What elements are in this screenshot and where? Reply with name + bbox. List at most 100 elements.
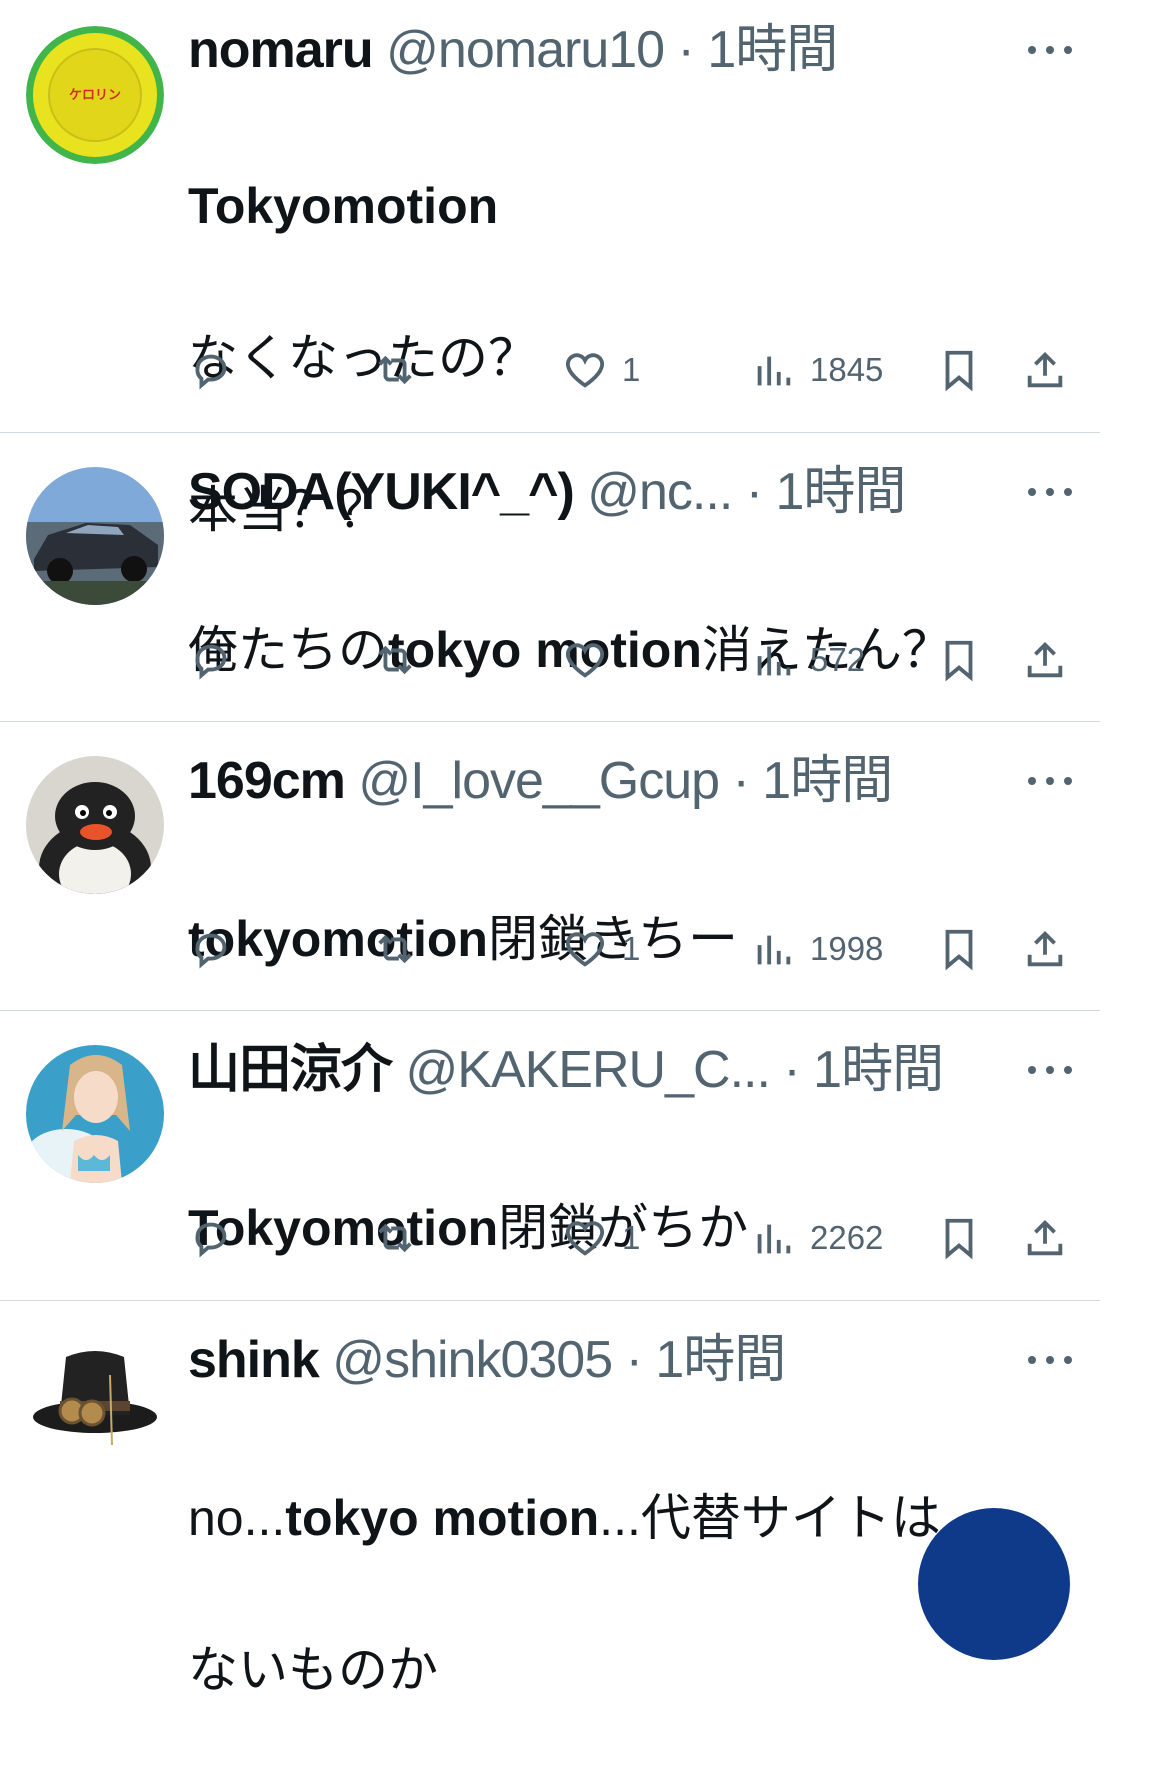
- avatar[interactable]: [26, 1335, 164, 1473]
- share-icon: [1027, 1219, 1063, 1256]
- svg-text:ケロリン: ケロリン: [69, 88, 121, 103]
- user-handle[interactable]: @KAKERU_C...: [405, 1041, 770, 1099]
- tweet-header: nomaru @nomaru10 · 1時間: [188, 18, 838, 82]
- reply-button[interactable]: [188, 340, 234, 400]
- retweet-button[interactable]: [372, 340, 418, 400]
- bookmark-icon: [945, 1218, 973, 1260]
- like-button[interactable]: 1: [562, 340, 640, 400]
- tweet[interactable]: 169cm @I_love__Gcup · 1時間 tokyomotion閉鎖き…: [0, 721, 1100, 1011]
- view-count: 2262: [810, 1219, 884, 1256]
- tweet[interactable]: 山田涼介 @KAKERU_C... · 1時間 Tokyomotion閉鎖がちか…: [0, 1010, 1100, 1301]
- dot-icon: [1064, 488, 1072, 496]
- timestamp[interactable]: 1時間: [762, 752, 893, 810]
- reply-icon: [195, 354, 227, 390]
- views-button[interactable]: 1998: [750, 919, 883, 979]
- share-icon: [1027, 930, 1063, 967]
- view-count: 1845: [810, 351, 884, 388]
- like-button[interactable]: 1: [562, 919, 640, 979]
- user-handle[interactable]: @I_love__Gcup: [358, 752, 720, 810]
- dot-icon: [1028, 46, 1036, 54]
- display-name[interactable]: SODA(YUKI^_^): [188, 463, 575, 521]
- bookmark-button[interactable]: [936, 630, 982, 690]
- share-button[interactable]: [1022, 1208, 1068, 1268]
- separator-dot: ·: [745, 463, 763, 521]
- more-options-button[interactable]: [1028, 1350, 1072, 1370]
- display-name[interactable]: shink: [188, 1331, 320, 1389]
- tweet-header: 169cm @I_love__Gcup · 1時間: [188, 749, 893, 813]
- heart-icon: [565, 353, 605, 388]
- view-count: 1998: [810, 930, 884, 967]
- separator-dot: ·: [625, 1331, 643, 1389]
- dot-icon: [1028, 777, 1036, 785]
- views-chart-icon: [757, 935, 791, 965]
- like-count: 1: [622, 351, 641, 388]
- tweet-header: 山田涼介 @KAKERU_C... · 1時間: [188, 1038, 944, 1102]
- yellow-dish-avatar-icon: ケロリン: [26, 26, 164, 164]
- timeline-feed: ケロリン nomaru @nomaru10 · 1時間 Tokyomotion …: [0, 0, 1100, 1698]
- tweet-text-segment: no...: [188, 1490, 286, 1546]
- avatar[interactable]: [26, 467, 164, 605]
- avatar[interactable]: [26, 756, 164, 894]
- share-button[interactable]: [1022, 630, 1068, 690]
- display-name[interactable]: 169cm: [188, 752, 346, 810]
- avatar[interactable]: ケロリン: [26, 26, 164, 164]
- heart-icon: [565, 1221, 605, 1256]
- like-button[interactable]: [562, 630, 622, 690]
- dot-icon: [1028, 488, 1036, 496]
- tweet-actions: 1 1845: [188, 340, 1078, 400]
- user-handle[interactable]: @nomaru10: [386, 21, 665, 79]
- tweet[interactable]: ケロリン nomaru @nomaru10 · 1時間 Tokyomotion …: [0, 0, 1100, 538]
- more-options-button[interactable]: [1028, 482, 1072, 502]
- user-handle[interactable]: @nc...: [587, 463, 733, 521]
- timestamp[interactable]: 1時間: [655, 1331, 786, 1389]
- display-name[interactable]: 山田涼介: [188, 1041, 393, 1099]
- share-button[interactable]: [1022, 919, 1068, 979]
- tweet-text-line: ないものか: [188, 1642, 438, 1698]
- retweet-button[interactable]: [372, 630, 418, 690]
- view-count: 572: [810, 641, 866, 678]
- like-count: 1: [622, 930, 641, 967]
- separator-dot: ·: [783, 1041, 800, 1099]
- more-options-button[interactable]: [1028, 1060, 1072, 1080]
- dot-icon: [1064, 1356, 1072, 1364]
- more-options-button[interactable]: [1028, 771, 1072, 791]
- reply-button[interactable]: [188, 1208, 234, 1268]
- compose-button[interactable]: [918, 1508, 1070, 1660]
- share-button[interactable]: [1022, 340, 1068, 400]
- bookmark-button[interactable]: [936, 919, 982, 979]
- bookmark-icon: [945, 640, 973, 682]
- dot-icon: [1064, 777, 1072, 785]
- views-button[interactable]: 572: [750, 630, 865, 690]
- bookmark-button[interactable]: [936, 1208, 982, 1268]
- reply-button[interactable]: [188, 919, 234, 979]
- dot-icon: [1046, 1356, 1054, 1364]
- retweet-button[interactable]: [372, 1208, 418, 1268]
- dot-icon: [1046, 46, 1054, 54]
- bookmark-button[interactable]: [936, 340, 982, 400]
- retweet-icon: [378, 934, 412, 964]
- views-button[interactable]: 2262: [750, 1208, 883, 1268]
- dot-icon: [1046, 777, 1054, 785]
- separator-dot: ·: [732, 752, 750, 810]
- penguin-avatar-icon: [26, 756, 164, 894]
- tweet-actions: 1 2262: [188, 1208, 1078, 1268]
- more-options-button[interactable]: [1028, 40, 1072, 60]
- dot-icon: [1046, 488, 1054, 496]
- dot-icon: [1064, 1066, 1072, 1074]
- display-name[interactable]: nomaru: [188, 21, 374, 79]
- reply-icon: [195, 1222, 227, 1258]
- timestamp[interactable]: 1時間: [707, 21, 838, 79]
- tweet-actions: 1 1998: [188, 919, 1078, 979]
- retweet-button[interactable]: [372, 919, 418, 979]
- avatar[interactable]: [26, 1045, 164, 1183]
- tweet-header: shink @shink0305 · 1時間: [188, 1328, 786, 1392]
- like-button[interactable]: 1: [562, 1208, 640, 1268]
- retweet-icon: [378, 1223, 412, 1253]
- views-button[interactable]: 1845: [750, 340, 883, 400]
- tweet[interactable]: SODA(YUKI^_^) @nc... · 1時間 俺たちのtokyo mot…: [0, 432, 1100, 722]
- timestamp[interactable]: 1時間: [813, 1041, 944, 1099]
- user-handle[interactable]: @shink0305: [332, 1331, 613, 1389]
- timestamp[interactable]: 1時間: [776, 463, 907, 521]
- bookmark-icon: [945, 929, 973, 971]
- reply-button[interactable]: [188, 630, 234, 690]
